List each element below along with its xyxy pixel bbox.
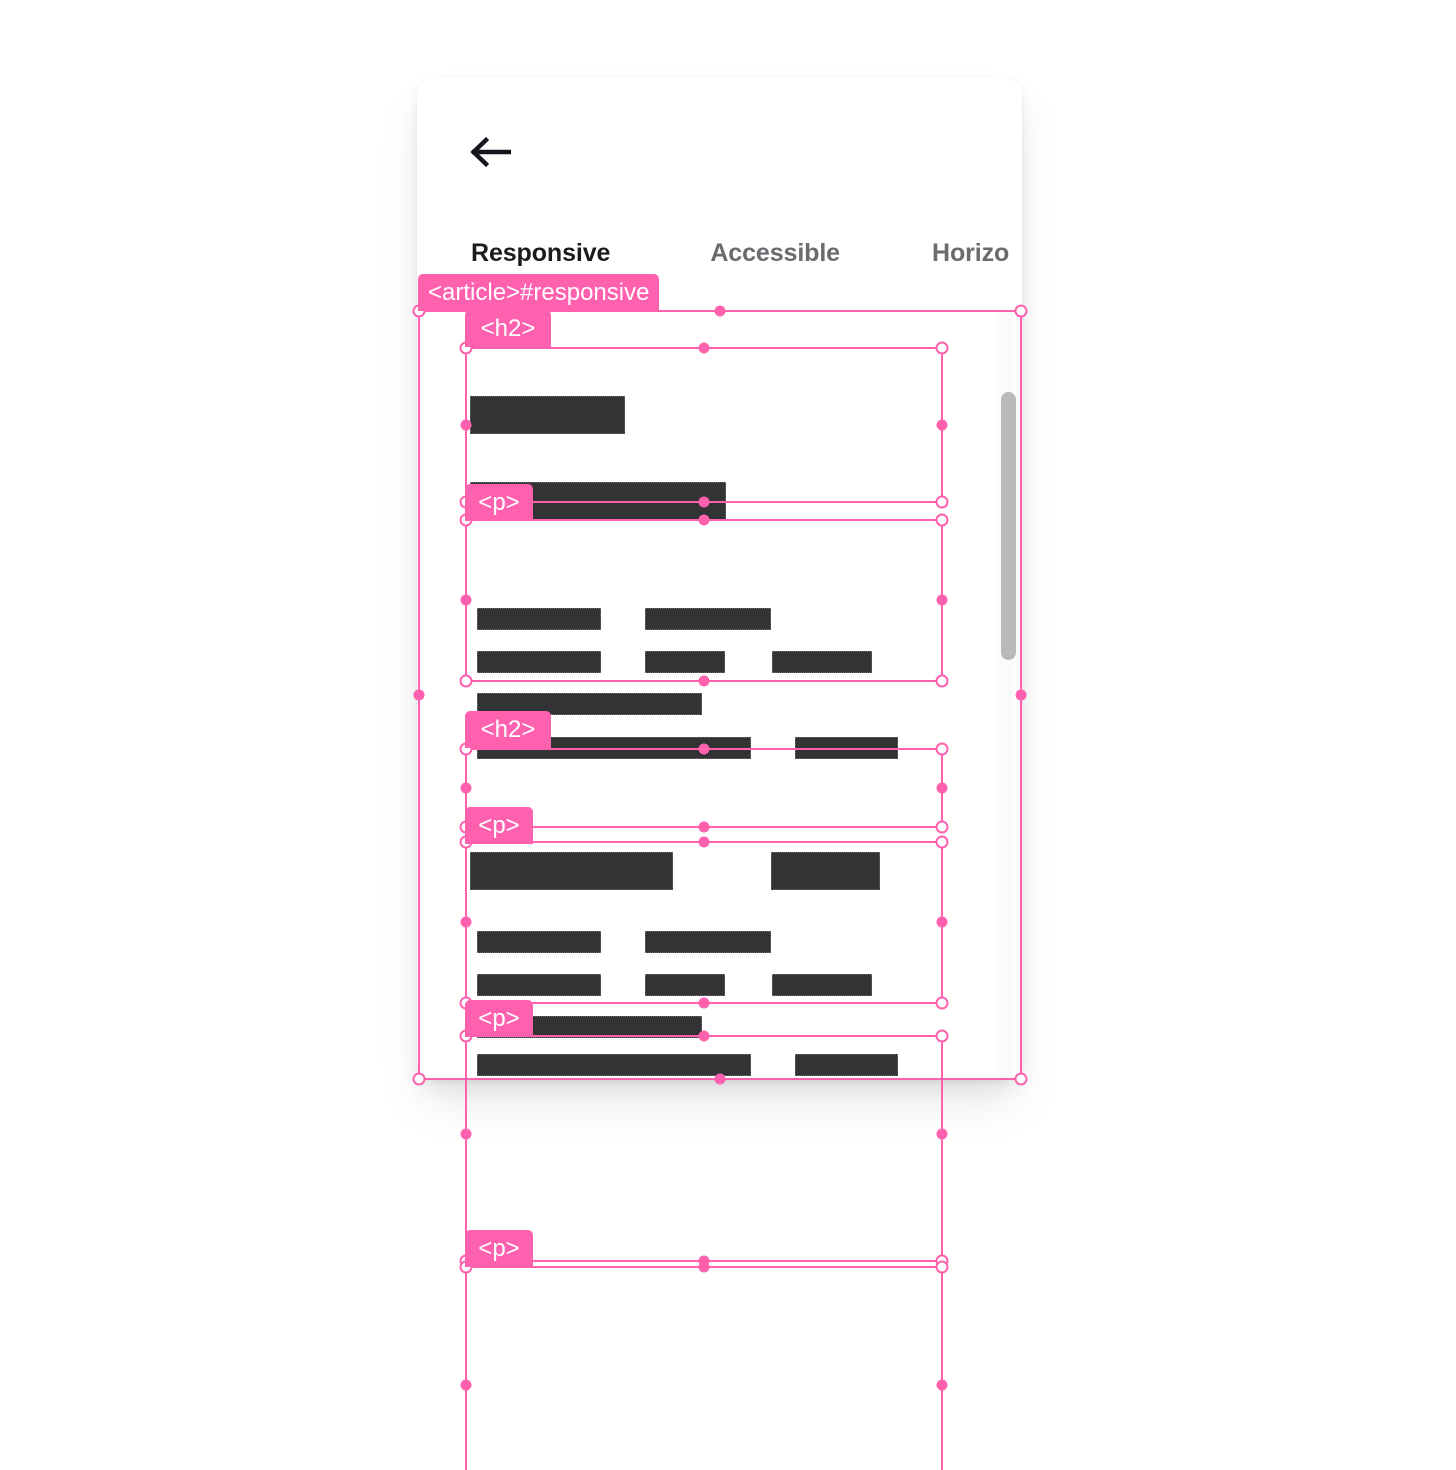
redaction-block	[477, 1016, 702, 1038]
redaction-block	[771, 852, 880, 890]
handle-corner	[459, 1254, 473, 1268]
handle-mid	[460, 1379, 472, 1391]
handle-corner	[935, 1254, 949, 1268]
handle-mid	[936, 1379, 948, 1391]
handle-mid	[698, 1255, 710, 1267]
handle-corner	[935, 1260, 949, 1274]
redaction-block	[477, 651, 601, 673]
app-card: Responsive Accessible Horizo	[417, 78, 1022, 1080]
inspector-rail-right	[941, 1266, 943, 1470]
handle-mid	[460, 1128, 472, 1140]
tab-horizontal[interactable]: Horizo	[932, 238, 1009, 268]
tab-bar: Responsive Accessible Horizo	[417, 238, 1022, 296]
scrollbar-thumb[interactable]	[1001, 392, 1016, 660]
redaction-block	[795, 737, 898, 759]
redaction-block	[772, 974, 872, 996]
inspector-tag-p: <p>	[465, 1230, 533, 1267]
tab-accessible[interactable]: Accessible	[710, 238, 840, 268]
handle-corner	[459, 1260, 473, 1274]
redaction-block	[477, 1054, 751, 1076]
inspector-box-p-4	[465, 1266, 943, 1470]
redaction-block	[470, 852, 673, 890]
arrow-left-glyph	[470, 136, 511, 168]
redaction-block	[645, 974, 725, 996]
redaction-block	[477, 608, 601, 630]
screenshot-root: Responsive Accessible Horizo <article>#r…	[0, 0, 1456, 1470]
redaction-block	[477, 974, 601, 996]
tab-responsive[interactable]: Responsive	[471, 238, 610, 268]
redaction-block	[477, 737, 751, 759]
article-scroll-area[interactable]	[417, 310, 1022, 1080]
handle-mid	[936, 1128, 948, 1140]
redaction-block	[470, 482, 726, 520]
redaction-block	[795, 1054, 898, 1076]
redaction-block	[477, 931, 601, 953]
redaction-block	[645, 651, 725, 673]
redaction-block	[772, 651, 872, 673]
arrow-left-icon[interactable]	[469, 128, 525, 176]
redaction-block	[477, 693, 702, 715]
redaction-block	[645, 608, 771, 630]
inspector-rail-left	[465, 1266, 467, 1470]
redaction-block	[645, 931, 771, 953]
handle-mid	[698, 1261, 710, 1273]
redaction-block	[470, 396, 625, 434]
